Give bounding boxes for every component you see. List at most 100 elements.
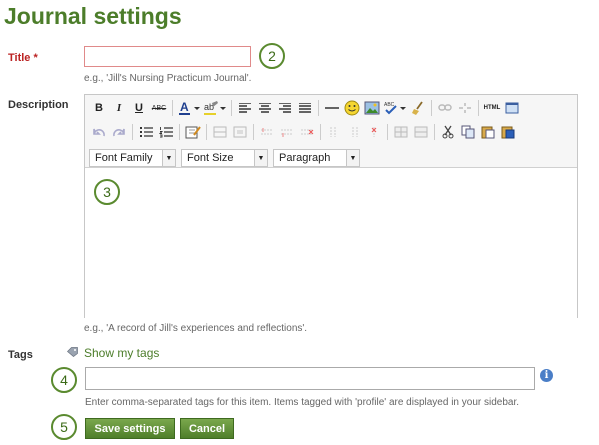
show-my-tags-link[interactable]: Show my tags: [84, 346, 159, 360]
toolbar-separator: [253, 124, 254, 140]
description-editor: B I U ABC A ab ABC HTML Font Family ▼ Fo…: [84, 94, 578, 318]
html-source-button[interactable]: HTML: [482, 98, 502, 118]
text-color-button[interactable]: A: [176, 98, 202, 118]
highlight-icon: ab: [204, 101, 226, 115]
insert-row-after-button[interactable]: [277, 122, 297, 142]
title-label: Title *: [8, 52, 38, 64]
tags-label: Tags: [8, 349, 33, 361]
align-right-button[interactable]: [275, 98, 295, 118]
delete-col-icon: [371, 127, 377, 137]
delete-col-button[interactable]: [364, 122, 384, 142]
callout-5: 5: [51, 414, 77, 440]
insert-row-before-button[interactable]: [257, 122, 277, 142]
insert-col-before-icon: [330, 127, 336, 137]
unlink-button[interactable]: [455, 98, 475, 118]
svg-text:A: A: [180, 100, 189, 114]
toolbar-separator: [318, 100, 319, 116]
info-icon[interactable]: i: [540, 369, 553, 382]
paste-word-button[interactable]: [498, 122, 518, 142]
smiley-icon: [344, 100, 360, 116]
horizontal-rule-button[interactable]: [322, 98, 342, 118]
table-cell-props-button[interactable]: [230, 122, 250, 142]
undo-button[interactable]: [89, 122, 109, 142]
title-input[interactable]: [84, 46, 251, 67]
insert-row-before-icon: [261, 128, 273, 135]
text-color-icon: A: [179, 100, 200, 115]
tags-input[interactable]: [85, 367, 535, 390]
table-cell-icon: [233, 126, 247, 138]
callout-3: 3: [94, 179, 120, 205]
italic-button[interactable]: I: [109, 98, 129, 118]
link-button[interactable]: [435, 98, 455, 118]
svg-text:ABC: ABC: [384, 102, 395, 108]
cut-button[interactable]: [438, 122, 458, 142]
description-hint: e.g., 'A record of Jill's experiences an…: [84, 323, 308, 334]
insert-image-button[interactable]: [362, 98, 382, 118]
table-row-props-button[interactable]: [210, 122, 230, 142]
align-justify-button[interactable]: [295, 98, 315, 118]
align-center-button[interactable]: [255, 98, 275, 118]
toolbar-separator: [132, 124, 133, 140]
insert-col-before-button[interactable]: [324, 122, 344, 142]
emoticon-button[interactable]: [342, 98, 362, 118]
align-left-icon: [239, 103, 251, 113]
horizontal-rule-icon: [325, 107, 339, 109]
title-label-text: Title: [8, 52, 31, 64]
copy-button[interactable]: [458, 122, 478, 142]
editor-content-area[interactable]: [85, 167, 577, 318]
edit-document-icon: [185, 126, 201, 139]
scissors-icon: [442, 125, 454, 139]
bold-button[interactable]: B: [89, 98, 109, 118]
callout-4: 4: [51, 367, 77, 393]
description-label: Description: [8, 99, 69, 111]
save-settings-button[interactable]: Save settings: [85, 418, 175, 439]
underline-button[interactable]: U: [129, 98, 149, 118]
chevron-down-icon: ▼: [254, 150, 267, 166]
font-size-value: Font Size: [187, 152, 234, 164]
format-value: Paragraph: [279, 152, 331, 164]
copy-icon: [461, 125, 475, 139]
bullet-list-button[interactable]: [136, 122, 156, 142]
redo-button[interactable]: [109, 122, 129, 142]
spellcheck-button[interactable]: ABC: [382, 98, 408, 118]
toolbar-row-3: Font Family ▼ Font Size ▼ Paragraph ▼: [89, 147, 365, 169]
fullscreen-icon: [505, 102, 519, 114]
cleanup-button[interactable]: [408, 98, 428, 118]
strikethrough-button[interactable]: ABC: [149, 98, 169, 118]
unlink-icon: [459, 103, 471, 113]
page-title: Journal settings: [4, 3, 182, 29]
undo-icon: [93, 128, 105, 137]
toolbar-separator: [387, 124, 388, 140]
insert-row-after-icon: [281, 129, 293, 137]
align-left-button[interactable]: [235, 98, 255, 118]
merge-cells-button[interactable]: [411, 122, 431, 142]
insert-col-after-button[interactable]: [344, 122, 364, 142]
insert-col-after-icon: [352, 127, 358, 137]
redo-icon: [113, 128, 125, 137]
table-row-icon: [213, 126, 227, 138]
link-icon: [438, 104, 452, 111]
toolbar-separator: [172, 100, 173, 116]
highlight-color-button[interactable]: ab: [202, 98, 228, 118]
paste-button[interactable]: [478, 122, 498, 142]
image-icon: [364, 101, 380, 115]
align-center-icon: [259, 103, 271, 113]
toolbar-separator: [434, 124, 435, 140]
fullscreen-button[interactable]: [502, 98, 522, 118]
delete-row-button[interactable]: [297, 122, 317, 142]
spellcheck-icon: ABC: [384, 102, 406, 115]
bullet-list-icon: [140, 127, 153, 137]
font-family-select[interactable]: Font Family ▼: [89, 149, 176, 167]
callout-2: 2: [259, 43, 285, 69]
toolbar-separator: [320, 124, 321, 140]
font-size-select[interactable]: Font Size ▼: [181, 149, 268, 167]
insert-embed-button[interactable]: [183, 122, 203, 142]
toolbar-separator: [431, 100, 432, 116]
chevron-down-icon: ▼: [162, 150, 175, 166]
numbered-list-icon: [159, 127, 173, 138]
paste-icon: [481, 126, 495, 139]
cancel-button[interactable]: Cancel: [180, 418, 234, 439]
format-select[interactable]: Paragraph ▼: [273, 149, 360, 167]
numbered-list-button[interactable]: [156, 122, 176, 142]
split-cells-button[interactable]: [391, 122, 411, 142]
